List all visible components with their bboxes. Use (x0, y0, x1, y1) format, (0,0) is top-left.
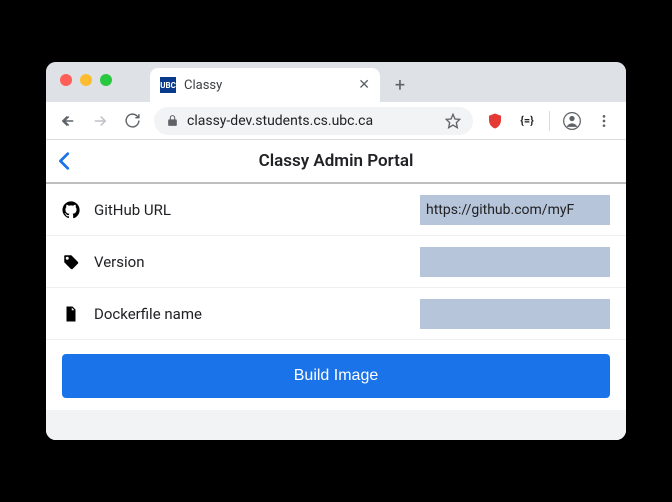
version-row: Version (46, 236, 626, 288)
page-footer (46, 410, 626, 440)
arrow-left-icon (59, 112, 77, 130)
bookmark-button[interactable] (445, 113, 461, 129)
maximize-window-button[interactable] (100, 74, 112, 86)
avatar-icon (562, 111, 582, 131)
version-label: Version (94, 253, 406, 271)
page-content: Classy Admin Portal GitHub URL Version (46, 140, 626, 440)
build-image-button[interactable]: Build Image (62, 354, 610, 398)
url-text: classy-dev.students.cs.ubc.ca (187, 113, 437, 129)
address-bar[interactable]: classy-dev.students.cs.ubc.ca (154, 107, 473, 135)
browser-tab[interactable]: UBC Classy ✕ (150, 68, 380, 102)
github-url-label: GitHub URL (94, 201, 406, 219)
tab-bar: UBC Classy ✕ + (46, 62, 626, 102)
reload-button[interactable] (118, 107, 146, 135)
browser-window: UBC Classy ✕ + classy-dev.students.cs.ub… (46, 62, 626, 440)
close-tab-button[interactable]: ✕ (358, 77, 370, 93)
dockerfile-label: Dockerfile name (94, 305, 406, 323)
page-title: Classy Admin Portal (46, 151, 626, 171)
close-window-button[interactable] (60, 74, 72, 86)
file-icon (62, 305, 80, 323)
github-url-input[interactable] (420, 195, 610, 225)
reload-icon (124, 112, 141, 129)
star-icon (445, 113, 461, 129)
profile-button[interactable] (558, 107, 586, 135)
back-button[interactable] (54, 107, 82, 135)
app-back-button[interactable] (54, 150, 76, 172)
menu-button[interactable] (590, 107, 618, 135)
extension-button[interactable]: {=} (513, 107, 541, 135)
minimize-window-button[interactable] (80, 74, 92, 86)
build-form: GitHub URL Version Dockerfile name Build… (46, 184, 626, 410)
toolbar-divider (549, 111, 550, 131)
favicon-icon: UBC (160, 77, 176, 93)
kebab-icon (596, 113, 612, 129)
arrow-right-icon (91, 112, 109, 130)
dockerfile-row: Dockerfile name (46, 288, 626, 340)
ublock-extension[interactable] (481, 107, 509, 135)
lock-icon (166, 114, 179, 127)
app-header: Classy Admin Portal (46, 140, 626, 184)
tag-icon (62, 253, 80, 271)
submit-row: Build Image (46, 340, 626, 410)
version-input[interactable] (420, 247, 610, 277)
github-url-row: GitHub URL (46, 184, 626, 236)
tab-title: Classy (184, 78, 350, 93)
chevron-left-icon (54, 150, 76, 172)
github-icon (62, 201, 80, 219)
browser-toolbar: classy-dev.students.cs.ubc.ca {=} (46, 102, 626, 140)
braces-icon: {=} (520, 114, 534, 127)
new-tab-button[interactable]: + (386, 71, 414, 99)
forward-button[interactable] (86, 107, 114, 135)
dockerfile-input[interactable] (420, 299, 610, 329)
window-controls (60, 74, 112, 86)
shield-icon (486, 112, 504, 130)
